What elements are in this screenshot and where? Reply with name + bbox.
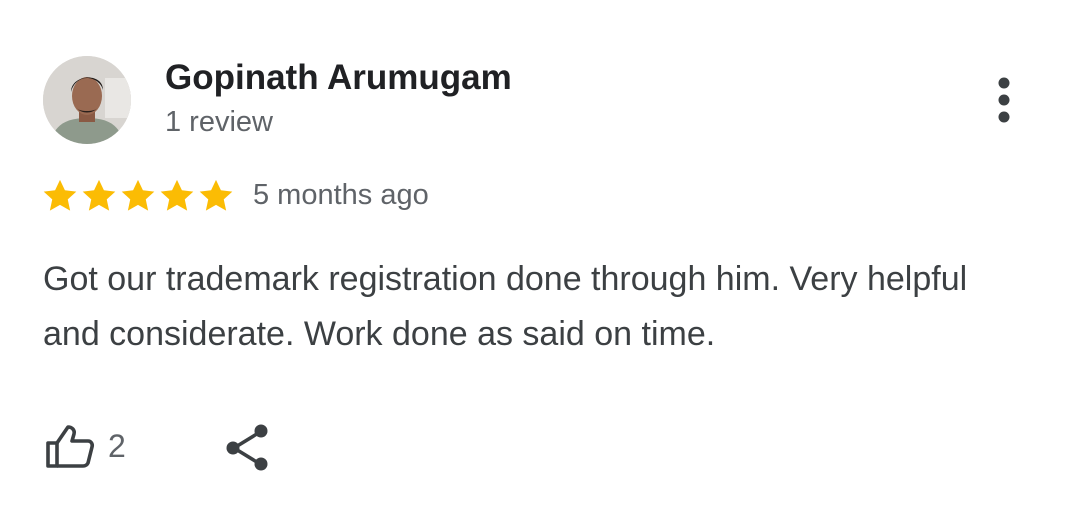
like-count: 2 <box>108 427 126 464</box>
share-button[interactable] <box>222 420 272 474</box>
review-time: 5 months ago <box>253 179 429 211</box>
star-rating <box>41 177 235 215</box>
more-vert-icon <box>998 77 1010 123</box>
star-filled-icon <box>82 179 116 211</box>
star-filled-icon <box>199 179 233 211</box>
review-count[interactable]: 1 review <box>165 106 273 139</box>
star-filled-icon <box>160 179 194 211</box>
avatar[interactable] <box>43 56 131 144</box>
reviewer-name[interactable]: Gopinath Arumugam <box>165 58 512 98</box>
review-text: Got our trademark registration done thro… <box>43 260 968 353</box>
star-filled-icon <box>43 179 77 211</box>
share-icon <box>226 424 268 471</box>
person-photo-icon <box>43 56 131 144</box>
star-filled-icon <box>121 179 155 211</box>
thumbs-up-icon <box>46 425 95 468</box>
like-button[interactable]: 2 <box>44 418 126 474</box>
more-options-button[interactable] <box>982 72 1026 128</box>
